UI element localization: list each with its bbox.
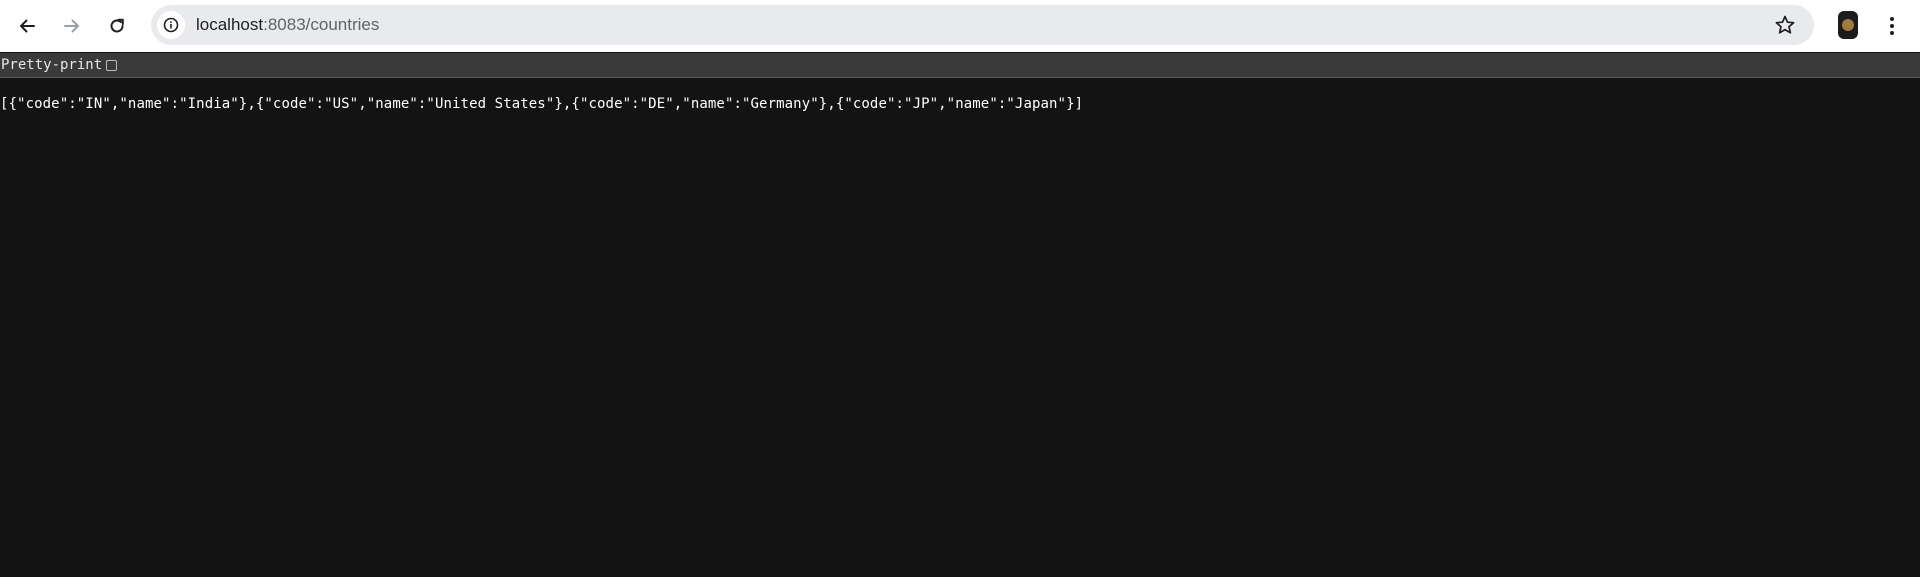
reload-icon — [110, 18, 124, 33]
arrow-left-icon — [20, 19, 35, 33]
forward-button[interactable] — [56, 10, 88, 42]
url-host: localhost — [196, 15, 264, 34]
url-text[interactable]: localhost:8083/countries — [196, 5, 379, 45]
arrow-right-icon — [64, 19, 79, 33]
raw-json-content: [{"code":"IN","name":"India"},{"code":"U… — [0, 96, 1084, 112]
star-icon — [1775, 15, 1795, 34]
address-bar[interactable]: localhost:8083/countries — [151, 5, 1814, 45]
browser-menu-button[interactable] — [1880, 10, 1904, 42]
profile-avatar[interactable] — [1838, 11, 1858, 39]
pretty-print-bar: Pretty-print — [0, 53, 1920, 78]
avatar-image — [1842, 19, 1854, 31]
reload-button[interactable] — [101, 10, 133, 42]
bookmark-button[interactable] — [1774, 14, 1796, 36]
info-icon — [163, 17, 179, 33]
pretty-print-checkbox[interactable] — [106, 59, 118, 71]
back-button[interactable] — [11, 10, 43, 42]
browser-toolbar: localhost:8083/countries — [0, 0, 1920, 52]
pretty-print-label: Pretty-print — [1, 57, 103, 73]
kebab-menu-icon — [1890, 17, 1894, 35]
site-info-button[interactable] — [157, 11, 185, 39]
url-path: :8083/countries — [263, 15, 380, 34]
pretty-print-toggle[interactable]: Pretty-print — [0, 53, 118, 77]
